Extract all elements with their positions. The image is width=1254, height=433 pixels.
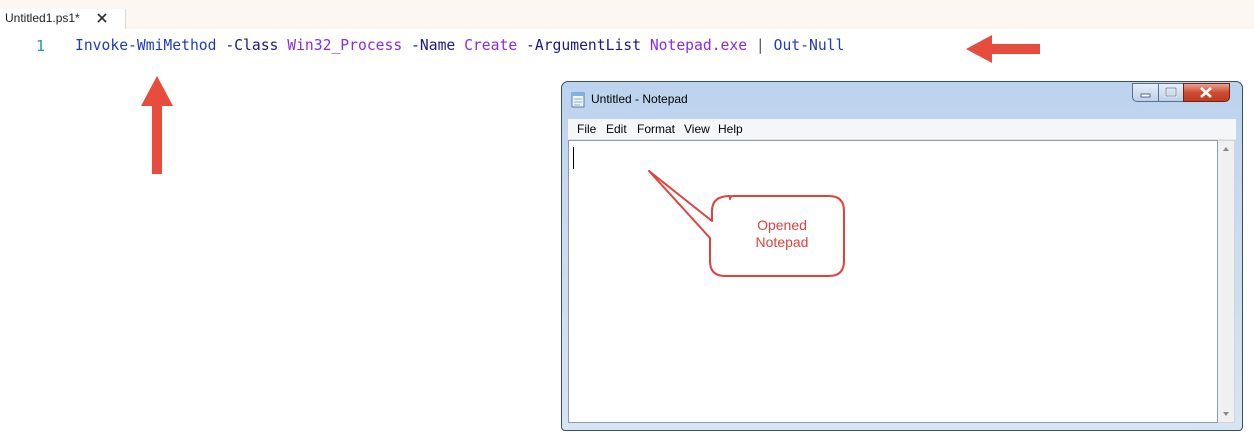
callout-line-1: Opened [757,217,807,233]
menu-edit[interactable]: Edit [606,122,627,136]
vertical-scrollbar[interactable] [1218,140,1235,423]
cmdlet-token: Out-Null [773,37,845,54]
close-button[interactable] [1183,83,1230,102]
scroll-down-icon[interactable] [1218,405,1234,422]
minimize-icon [1140,93,1151,98]
script-code-line[interactable]: Invoke-WmiMethod -Class Win32_Process -N… [75,35,844,57]
menu-file[interactable]: File [577,122,596,136]
parameter-token: -Class [216,37,288,54]
maximize-icon [1164,86,1178,98]
menu-format[interactable]: Format [637,122,675,136]
argument-token: Create [464,37,518,54]
screenshot-stage: Untitled1.ps1* 1 Invoke-WmiMethod -Class… [0,0,1254,433]
close-icon[interactable] [95,11,109,25]
callout-text: Opened Notepad [708,217,856,251]
pipe-token: | [747,37,774,54]
notepad-menubar: File Edit Format View Help [568,119,1236,140]
parameter-token: -Name [402,37,465,54]
maximize-button[interactable] [1158,83,1184,102]
notepad-title: Untitled - Notepad [591,92,688,106]
argument-token: Win32_Process [287,37,403,54]
parameter-token: -ArgumentList [517,37,650,54]
arrow-left-icon [966,35,1040,63]
close-icon [1200,87,1212,98]
minimize-button[interactable] [1132,83,1159,102]
arrow-up-icon [141,76,173,174]
tab-strip-divider [0,29,1254,31]
scroll-up-icon[interactable] [1218,141,1234,158]
menu-help[interactable]: Help [718,122,743,136]
menu-view[interactable]: View [684,122,710,136]
text-caret [573,147,574,169]
line-number: 1 [36,37,46,55]
argument-token: Notepad.exe [649,37,748,54]
notepad-icon [571,92,585,108]
editor-tab-strip: Untitled1.ps1* [0,0,1254,29]
tab-label: Untitled1.ps1* [5,11,80,25]
cmdlet-token: Invoke-WmiMethod [75,37,217,54]
callout-line-2: Notepad [755,234,809,250]
tab-untitled1-ps1[interactable]: Untitled1.ps1* [0,9,126,29]
